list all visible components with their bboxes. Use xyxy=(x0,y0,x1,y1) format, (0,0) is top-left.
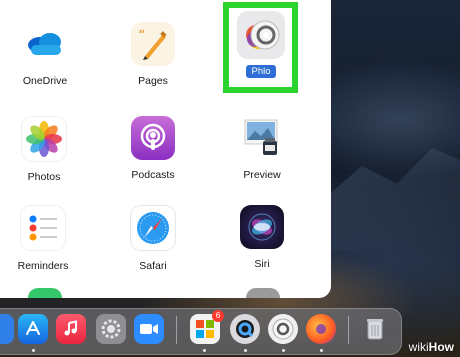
app-preview[interactable]: Preview xyxy=(212,116,312,181)
phlo-icon xyxy=(237,11,285,59)
dock-separator xyxy=(176,316,177,344)
music-icon[interactable] xyxy=(56,314,86,344)
running-indicator xyxy=(282,349,285,352)
app-label: OneDrive xyxy=(22,75,68,87)
microsoft-apps-icon[interactable]: 6 xyxy=(190,310,224,344)
running-indicator xyxy=(203,349,206,352)
trash-icon[interactable] xyxy=(360,314,390,344)
pages-icon: “ xyxy=(131,22,175,66)
app-label: Siri xyxy=(254,258,270,270)
watermark-how: How xyxy=(428,340,454,354)
app-phlo[interactable]: Phlo xyxy=(211,11,311,79)
app-label: Podcasts xyxy=(131,169,175,181)
photos-icon xyxy=(21,116,67,162)
running-indicator xyxy=(32,349,35,352)
phlo-icon[interactable] xyxy=(268,314,298,344)
safari-icon xyxy=(130,205,176,251)
reminders-icon xyxy=(20,205,66,251)
running-indicator xyxy=(320,349,323,352)
podcasts-icon xyxy=(131,116,175,160)
app-label-selected: Phlo xyxy=(246,65,276,78)
app-photos[interactable]: Photos xyxy=(0,116,94,183)
app-label: Preview xyxy=(243,169,281,181)
applications-panel: OneDrive “ Pages Phlo Photos Podcasts Pr… xyxy=(0,0,331,298)
app-reminders[interactable]: Reminders xyxy=(0,205,93,272)
siri-icon xyxy=(240,205,284,249)
app-siri[interactable]: Siri xyxy=(212,205,312,270)
finder-icon[interactable] xyxy=(0,314,14,344)
wikihow-watermark: wikiHow xyxy=(409,340,454,354)
firefox-icon[interactable] xyxy=(306,314,336,344)
notification-badge: 6 xyxy=(212,310,224,322)
partial-app-icon xyxy=(28,288,62,298)
app-label: Reminders xyxy=(17,260,69,272)
app-pages[interactable]: “ Pages xyxy=(103,22,203,87)
app-label: Photos xyxy=(27,171,61,183)
onedrive-icon xyxy=(23,22,67,66)
preview-icon xyxy=(240,116,284,160)
app-store-icon[interactable] xyxy=(18,314,48,344)
app-label: Safari xyxy=(139,260,167,272)
system-preferences-icon[interactable] xyxy=(96,314,126,344)
quicktime-icon[interactable] xyxy=(230,314,260,344)
app-onedrive[interactable]: OneDrive xyxy=(0,22,95,87)
app-podcasts[interactable]: Podcasts xyxy=(103,116,203,181)
app-safari[interactable]: Safari xyxy=(103,205,203,272)
dock-separator xyxy=(348,316,349,344)
partial-app-icon xyxy=(246,288,280,298)
app-label: Pages xyxy=(138,75,168,87)
svg-text:“: “ xyxy=(138,28,145,44)
running-indicator xyxy=(244,349,247,352)
watermark-wiki: wiki xyxy=(408,340,429,354)
zoom-icon[interactable] xyxy=(134,314,164,344)
